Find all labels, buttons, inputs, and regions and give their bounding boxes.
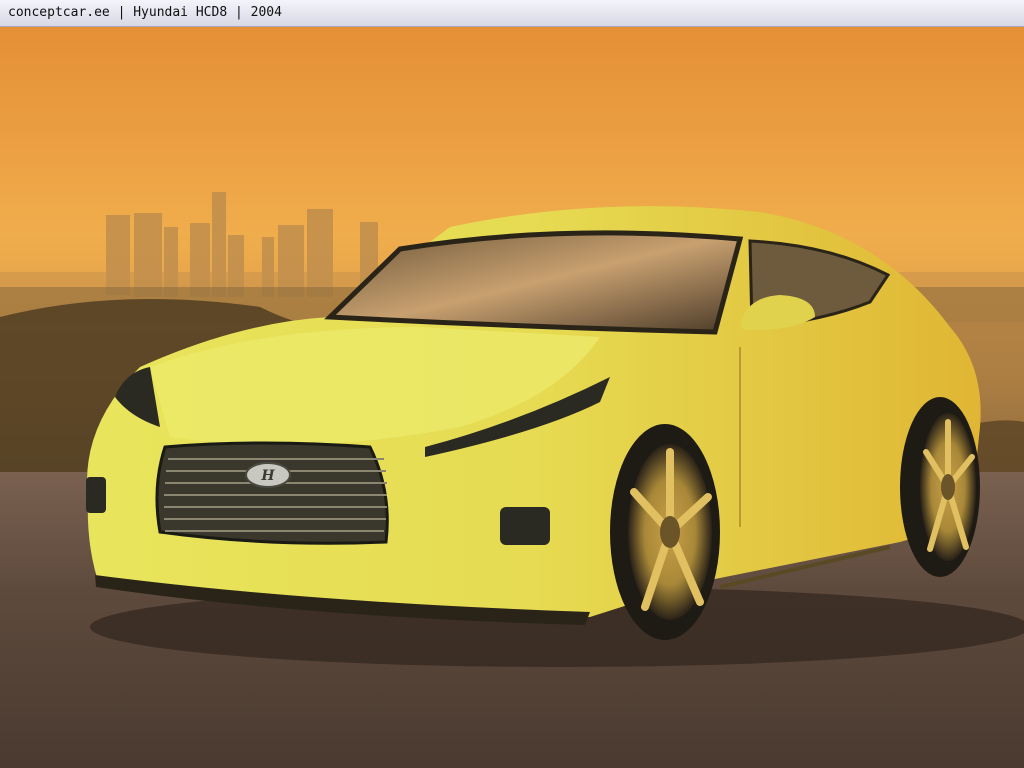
window-title: conceptcar.ee | Hyundai HCD8 | 2004 — [0, 0, 1024, 27]
photo-viewport: H — [0, 27, 1024, 768]
front-wheel — [610, 424, 720, 640]
viewer-window: conceptcar.ee | Hyundai HCD8 | 2004 H — [0, 0, 1024, 768]
logo-glyph: H — [260, 468, 275, 484]
car-photo: H — [0, 27, 1024, 768]
car-foglight-left — [86, 477, 106, 513]
rear-wheel — [900, 397, 980, 577]
car-foglight-right — [500, 507, 550, 545]
